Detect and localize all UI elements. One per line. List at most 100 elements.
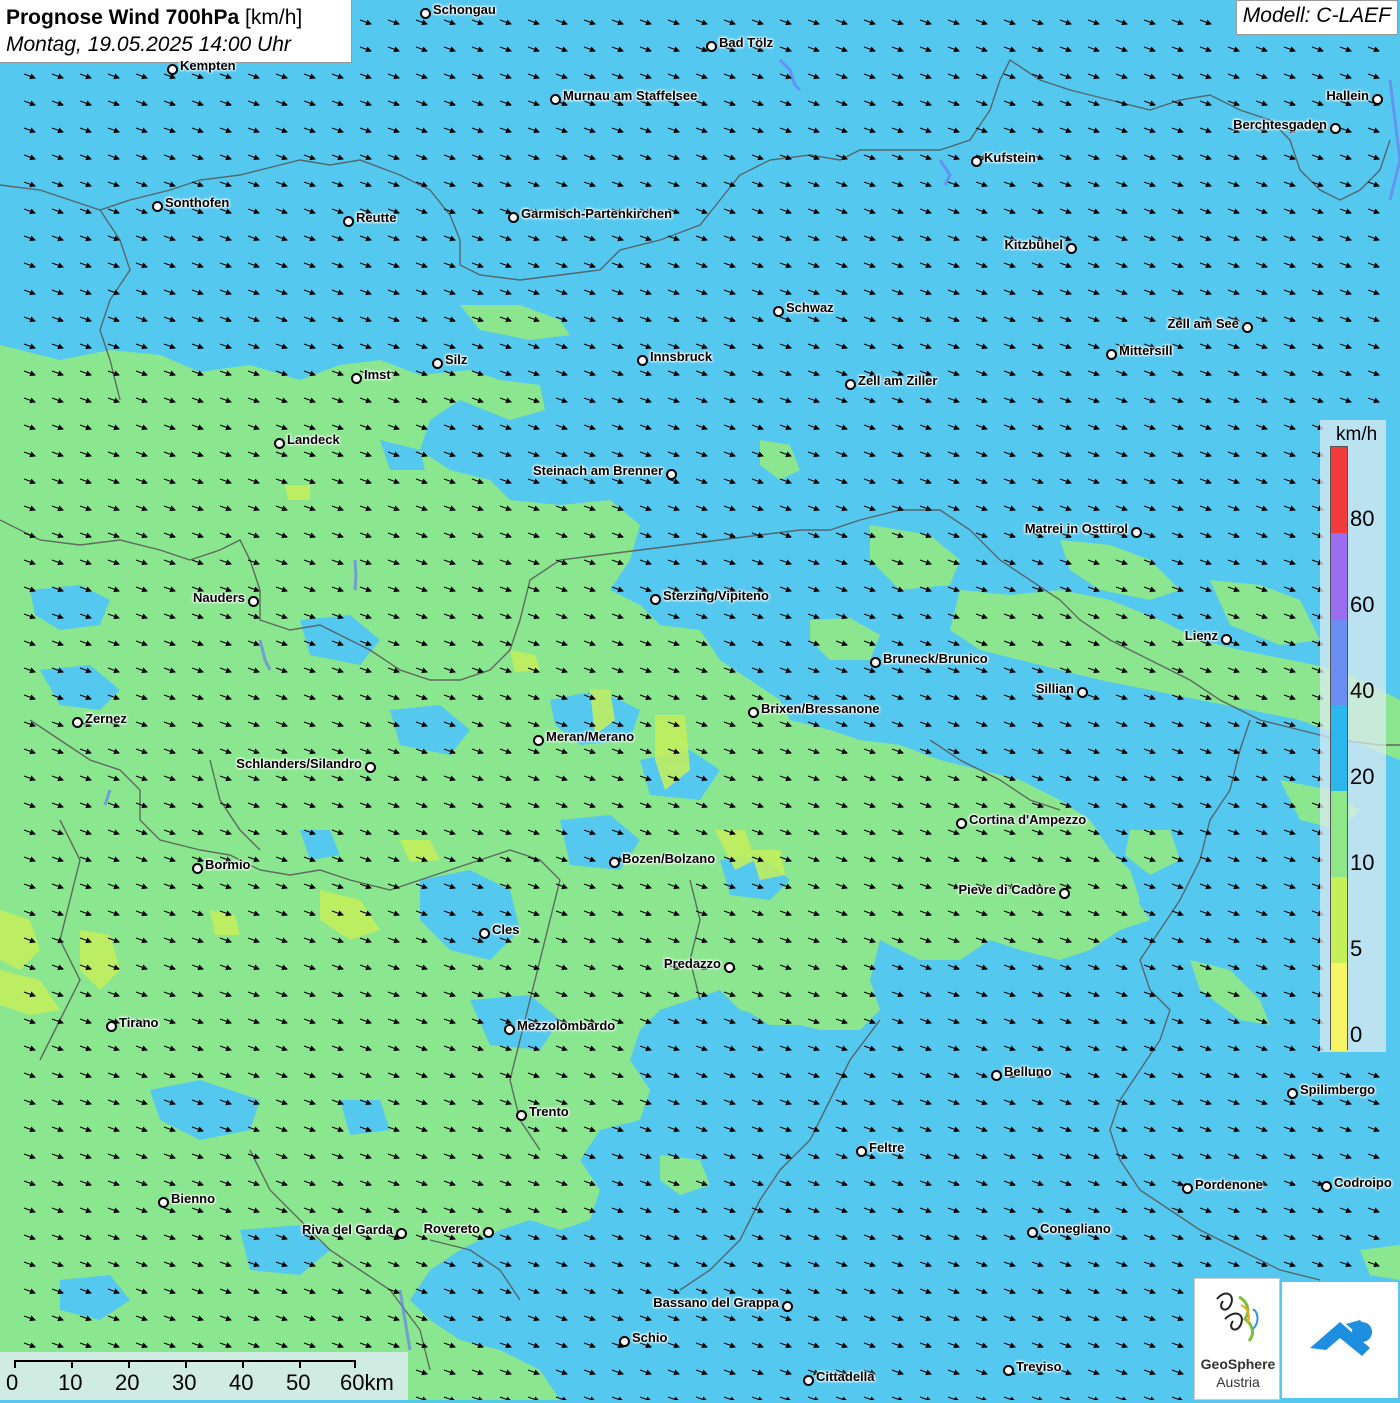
legend-seg-60: [1331, 533, 1347, 619]
city-marker: [1065, 242, 1077, 254]
city-marker: [1286, 1087, 1298, 1099]
city-label: Innsbruck: [650, 349, 713, 364]
legend-label-5: 5: [1350, 936, 1363, 961]
city-marker: [1320, 1180, 1332, 1192]
city-marker: [342, 215, 354, 227]
city-label: Zell am See: [1167, 316, 1239, 331]
city-label: Codroipo: [1334, 1175, 1392, 1190]
city-label: Schlanders/Silandro: [236, 756, 362, 771]
city-label: Riva del Garda: [301, 1222, 393, 1237]
scale-tick: [242, 1360, 244, 1368]
scale-tick: [354, 1360, 356, 1368]
city-label: Garmisch-Partenkirchen: [521, 206, 673, 221]
city-label: Spilimbergo: [1300, 1082, 1376, 1097]
city-marker: [772, 305, 784, 317]
city-label: Pieve di Cadore: [958, 882, 1056, 897]
legend-label-0: 0: [1350, 1022, 1363, 1047]
city-marker: [869, 656, 881, 668]
app-logo[interactable]: [1282, 1282, 1398, 1398]
city-marker: [855, 1145, 867, 1157]
city-marker: [1181, 1182, 1193, 1194]
scale-label-30: 30: [172, 1370, 197, 1395]
title-panel: Prognose Wind 700hPa [km/h] Montag, 19.0…: [0, 0, 352, 63]
scale-label-0: 0: [6, 1370, 19, 1395]
city-label: Silz: [445, 352, 468, 367]
logo-text-line1: GeoSphere: [1200, 1356, 1276, 1372]
city-label: Schio: [632, 1330, 668, 1345]
scale-label-10: 10: [58, 1370, 83, 1395]
scale-tick: [128, 1360, 130, 1368]
scale-label-50: 50: [286, 1370, 311, 1395]
legend-seg-80: [1331, 447, 1347, 533]
city-marker: [1371, 93, 1383, 105]
city-label: Meran/Merano: [546, 729, 635, 744]
city-marker: [1329, 122, 1341, 134]
map-title: Prognose Wind 700hPa: [6, 6, 240, 29]
city-label: Bienno: [171, 1191, 216, 1206]
city-label: Imst: [364, 367, 391, 382]
city-label: Bormio: [205, 857, 251, 872]
city-marker: [636, 354, 648, 366]
city-marker: [1058, 887, 1070, 899]
city-label: Schongau: [433, 2, 496, 17]
city-marker: [507, 211, 519, 223]
city-marker: [191, 862, 203, 874]
city-label: Hallein: [1326, 88, 1369, 103]
legend-seg-0: [1331, 963, 1347, 1051]
city-marker: [723, 961, 735, 973]
city-marker: [747, 706, 759, 718]
city-marker: [608, 856, 620, 868]
city-label: Matrei in Osttirol: [1024, 521, 1128, 536]
scale-tick: [14, 1360, 16, 1368]
city-marker: [515, 1109, 527, 1121]
city-label: Bozen/Bolzano: [622, 851, 716, 866]
model-label: Modell: C-LAEF: [1235, 0, 1398, 35]
city-label: Reutte: [356, 210, 397, 225]
city-marker: [618, 1335, 630, 1347]
city-marker: [1026, 1226, 1038, 1238]
city-marker: [503, 1023, 515, 1035]
city-marker: [955, 817, 967, 829]
city-marker: [1220, 633, 1232, 645]
city-marker: [844, 378, 856, 390]
city-label: Zernez: [85, 711, 127, 726]
city-marker: [71, 716, 83, 728]
legend-unit: km/h: [1336, 424, 1378, 445]
city-label: Berchtesgaden: [1233, 117, 1327, 132]
scale-tick: [185, 1360, 187, 1368]
city-marker: [247, 595, 259, 607]
legend-seg-10: [1331, 791, 1347, 877]
city-label: Murnau am Staffelsee: [563, 88, 698, 103]
scale-tick: [71, 1360, 73, 1368]
city-label: Kitzbühel: [1004, 237, 1064, 252]
city-marker: [549, 93, 561, 105]
legend-label-40: 40: [1350, 678, 1375, 703]
legend-label-80: 80: [1350, 506, 1375, 531]
city-marker: [166, 63, 178, 75]
city-marker: [478, 927, 490, 939]
city-label: Steinach am Brenner: [532, 463, 663, 478]
city-marker: [781, 1300, 793, 1312]
city-label: Treviso: [1016, 1359, 1062, 1374]
city-marker: [1002, 1364, 1014, 1376]
city-label: Lienz: [1184, 628, 1218, 643]
city-marker: [1105, 348, 1117, 360]
city-marker: [1130, 526, 1142, 538]
city-label: Cittadella: [816, 1369, 875, 1384]
city-label: Predazzo: [663, 956, 721, 971]
city-label: Belluno: [1004, 1064, 1052, 1079]
city-marker: [649, 593, 661, 605]
city-marker: [665, 468, 677, 480]
city-marker: [970, 155, 982, 167]
forecast-date: Montag, 19.05.2025 14:00 Uhr: [6, 33, 291, 56]
city-label: Tirano: [119, 1015, 159, 1030]
city-marker: [350, 372, 362, 384]
geosphere-emblem-icon: [1216, 1292, 1259, 1342]
city-marker: [273, 437, 285, 449]
city-label: Sillian: [1035, 681, 1074, 696]
city-label: Schwaz: [786, 300, 834, 315]
city-label: Bassano del Grappa: [653, 1295, 779, 1310]
city-label: Nauders: [192, 590, 245, 605]
city-label: Pordenone: [1195, 1177, 1263, 1192]
legend-seg-20: [1331, 705, 1347, 791]
